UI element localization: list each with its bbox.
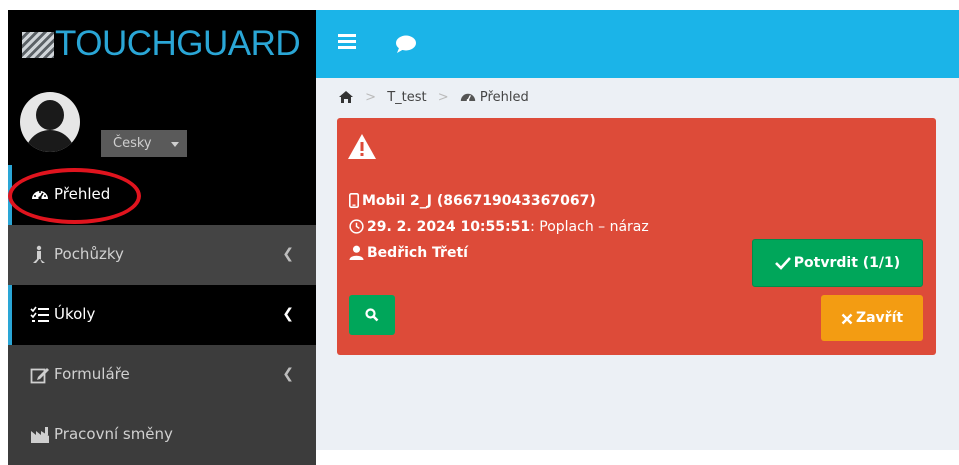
alert-person: Bedřich Třetí (367, 245, 468, 261)
check-icon (774, 257, 791, 270)
tasks-icon (30, 306, 49, 322)
avatar (20, 92, 80, 152)
main-content: > T_test > Přehled Mobil 2_J (8667190433… (316, 78, 959, 450)
close-icon (841, 313, 853, 325)
breadcrumb-item[interactable]: T_test (387, 90, 426, 105)
breadcrumb-separator: > (365, 90, 377, 105)
search-icon (365, 308, 379, 322)
brand-name: TOUCHGUARD (55, 24, 301, 63)
confirm-button[interactable]: Potvrdit (1/1) (752, 239, 923, 287)
language-select[interactable]: Česky (101, 130, 187, 157)
alert-person-row: Bedřich Třetí (349, 240, 649, 266)
breadcrumb: > T_test > Přehled (338, 88, 529, 108)
dashboard-icon (460, 93, 475, 102)
warning-icon (348, 134, 376, 159)
sidebar-item-label: Pracovní směny (54, 425, 173, 443)
sidebar-item-pochuzky[interactable]: Pochůzky ❮ (8, 225, 316, 285)
sidebar-item-pracovni-smeny[interactable]: Pracovní směny (8, 405, 316, 465)
breadcrumb-item-current: Přehled (479, 90, 529, 105)
clock-icon (349, 219, 364, 234)
sidebar-item-ukoly[interactable]: Úkoly ❮ (8, 285, 316, 345)
sidebar-item-prehled[interactable]: Přehled (8, 165, 316, 225)
alert-event: : Poplach – náraz (530, 219, 649, 235)
walker-icon (33, 245, 45, 263)
chat-bubble-icon[interactable] (394, 34, 418, 54)
sidebar: TOUCHGUARD Česky Přehled Pochůzky ❮ Úkol… (8, 10, 316, 465)
home-icon[interactable] (338, 90, 354, 104)
confirm-button-label: Potvrdit (1/1) (793, 255, 901, 271)
logo-mark-icon (22, 32, 54, 58)
close-button-label: Zavřít (855, 310, 904, 326)
dashboard-icon (32, 191, 48, 200)
alarm-alert-box: Mobil 2_J (866719043367067) 29. 2. 2024 … (337, 118, 936, 355)
sidebar-item-label: Formuláře (54, 365, 130, 383)
brand-logo[interactable]: TOUCHGUARD (8, 10, 316, 78)
caret-down-icon (171, 142, 179, 147)
close-button[interactable]: Zavřít (821, 295, 923, 341)
search-button[interactable] (349, 295, 395, 335)
edit-icon (30, 368, 49, 384)
user-panel: Česky (8, 78, 316, 165)
language-value: Česky (113, 136, 152, 151)
breadcrumb-separator: > (437, 90, 449, 105)
mobile-phone-icon (349, 193, 359, 208)
sidebar-item-label: Úkoly (54, 305, 96, 323)
app-window: TOUCHGUARD Česky Přehled Pochůzky ❮ Úkol… (8, 10, 959, 465)
alert-time-row: 29. 2. 2024 10:55:51: Poplach – náraz (349, 214, 649, 240)
chevron-left-icon: ❮ (282, 246, 294, 262)
chart-icon (31, 427, 49, 443)
chevron-left-icon: ❮ (282, 366, 294, 382)
alert-device: Mobil 2_J (866719043367067) (362, 193, 596, 209)
sidebar-item-formulare[interactable]: Formuláře ❮ (8, 345, 316, 405)
alert-device-row: Mobil 2_J (866719043367067) (349, 188, 649, 214)
chevron-left-icon: ❮ (282, 306, 294, 322)
top-navbar (316, 10, 959, 78)
user-icon (349, 245, 364, 260)
hamburger-menu-icon[interactable] (338, 34, 356, 50)
alert-timestamp: 29. 2. 2024 10:55:51 (367, 219, 531, 235)
sidebar-item-label: Přehled (54, 185, 111, 203)
sidebar-item-label: Pochůzky (54, 245, 124, 263)
alert-details: Mobil 2_J (866719043367067) 29. 2. 2024 … (349, 188, 649, 266)
